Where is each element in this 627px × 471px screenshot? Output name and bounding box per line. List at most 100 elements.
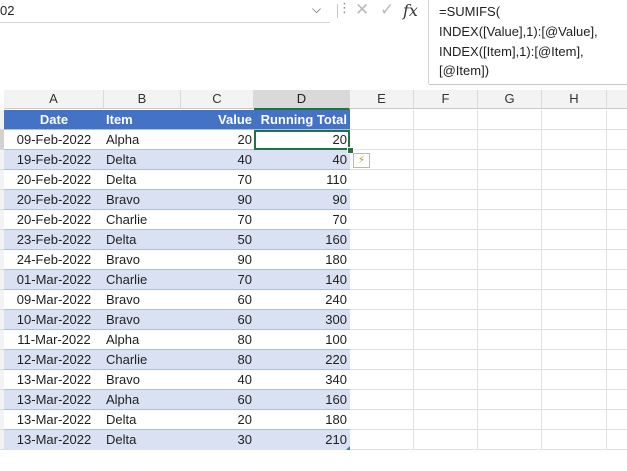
- name-box[interactable]: 02 ⌵: [0, 0, 330, 23]
- chevron-down-icon[interactable]: ⌵: [312, 2, 321, 17]
- cell-date[interactable]: 13-Mar-2022: [4, 370, 104, 390]
- cell-item[interactable]: Delta: [104, 410, 181, 430]
- cell-running-total[interactable]: 340: [254, 370, 350, 390]
- cell-item[interactable]: Delta: [104, 430, 181, 450]
- cell-date[interactable]: 20-Feb-2022: [4, 210, 104, 230]
- cell-date[interactable]: 01-Mar-2022: [4, 270, 104, 290]
- formula-input[interactable]: =SUMIFS( INDEX([Value],1):[@Value], INDE…: [429, 0, 627, 85]
- cell-item[interactable]: Alpha: [104, 390, 181, 410]
- cell-item[interactable]: Charlie: [104, 210, 181, 230]
- cell-value[interactable]: 70: [181, 170, 254, 190]
- cell-item[interactable]: Bravo: [104, 190, 181, 210]
- gridline: [350, 289, 627, 290]
- cell-item[interactable]: Bravo: [104, 250, 181, 270]
- cell-date[interactable]: 09-Feb-2022: [4, 130, 104, 150]
- cell-date[interactable]: 20-Feb-2022: [4, 170, 104, 190]
- cell-running-total[interactable]: 160: [254, 390, 350, 410]
- cell-running-total[interactable]: 300: [254, 310, 350, 330]
- active-cell-d2[interactable]: [254, 130, 350, 150]
- row-divider: [4, 269, 350, 270]
- cell-value[interactable]: 30: [181, 430, 254, 450]
- table-header-running-total[interactable]: Running Total: [254, 110, 350, 130]
- cell-value[interactable]: 40: [181, 150, 254, 170]
- cell-running-total[interactable]: 110: [254, 170, 350, 190]
- cell-running-total[interactable]: 100: [254, 330, 350, 350]
- cell-item[interactable]: Charlie: [104, 350, 181, 370]
- enter-icon[interactable]: ✓: [380, 0, 394, 20]
- formula-bar-grip-icon[interactable]: ⋮: [338, 0, 351, 16]
- cell-value[interactable]: 40: [181, 370, 254, 390]
- cell-value[interactable]: 80: [181, 350, 254, 370]
- cell-item[interactable]: Delta: [104, 170, 181, 190]
- cell-running-total[interactable]: 90: [254, 190, 350, 210]
- cell-date[interactable]: 13-Mar-2022: [4, 430, 104, 450]
- column-header-d[interactable]: D: [254, 90, 350, 110]
- cell-date[interactable]: 09-Mar-2022: [4, 290, 104, 310]
- cell-date[interactable]: 20-Feb-2022: [4, 190, 104, 210]
- column-header-e[interactable]: E: [350, 90, 414, 109]
- cell-date[interactable]: 12-Mar-2022: [4, 350, 104, 370]
- cell-running-total[interactable]: 180: [254, 410, 350, 430]
- gridline: [350, 269, 627, 270]
- cell-value[interactable]: 50: [181, 230, 254, 250]
- table-header-value[interactable]: Value: [181, 110, 254, 130]
- cell-running-total[interactable]: 40: [254, 150, 350, 170]
- cell-value[interactable]: 80: [181, 330, 254, 350]
- cell-date[interactable]: 24-Feb-2022: [4, 250, 104, 270]
- cell-date[interactable]: 13-Mar-2022: [4, 410, 104, 430]
- row-divider: [4, 329, 350, 330]
- cancel-icon[interactable]: ✕: [355, 0, 369, 20]
- cell-item[interactable]: Delta: [104, 230, 181, 250]
- autofill-options-icon[interactable]: ⚡: [353, 153, 370, 168]
- row-divider: [4, 249, 350, 250]
- cell-value[interactable]: 60: [181, 310, 254, 330]
- row-divider: [4, 169, 350, 170]
- table-header-item[interactable]: Item: [104, 110, 181, 130]
- gridline: [350, 369, 627, 370]
- gridline: [350, 129, 627, 130]
- cell-running-total[interactable]: 160: [254, 230, 350, 250]
- gridline: [350, 329, 627, 330]
- cell-item[interactable]: Alpha: [104, 330, 181, 350]
- cell-value[interactable]: 90: [181, 250, 254, 270]
- gridline: [350, 209, 627, 210]
- column-header-f[interactable]: F: [414, 90, 478, 109]
- cell-item[interactable]: Delta: [104, 150, 181, 170]
- cell-value[interactable]: 20: [181, 130, 254, 150]
- cell-running-total[interactable]: 180: [254, 250, 350, 270]
- cell-item[interactable]: Charlie: [104, 270, 181, 290]
- gridline: [350, 309, 627, 310]
- cell-value[interactable]: 90: [181, 190, 254, 210]
- cell-running-total[interactable]: 240: [254, 290, 350, 310]
- formula-line: [@Item]): [439, 63, 490, 78]
- cell-item[interactable]: Bravo: [104, 370, 181, 390]
- table-header-date[interactable]: Date: [4, 110, 104, 130]
- cell-value[interactable]: 60: [181, 290, 254, 310]
- cell-running-total[interactable]: 210: [254, 430, 350, 450]
- cell-date[interactable]: 23-Feb-2022: [4, 230, 104, 250]
- cell-date[interactable]: 13-Mar-2022: [4, 390, 104, 410]
- cell-value[interactable]: 70: [181, 270, 254, 290]
- gridline: [350, 409, 627, 410]
- table-resize-handle[interactable]: [346, 446, 350, 450]
- cell-running-total[interactable]: 220: [254, 350, 350, 370]
- cell-value[interactable]: 70: [181, 210, 254, 230]
- cell-date[interactable]: 11-Mar-2022: [4, 330, 104, 350]
- cell-running-total[interactable]: 70: [254, 210, 350, 230]
- cell-value[interactable]: 20: [181, 410, 254, 430]
- cell-date[interactable]: 19-Feb-2022: [4, 150, 104, 170]
- cell-value[interactable]: 60: [181, 390, 254, 410]
- cell-date[interactable]: 10-Mar-2022: [4, 310, 104, 330]
- cell-item[interactable]: Bravo: [104, 310, 181, 330]
- cell-item[interactable]: Alpha: [104, 130, 181, 150]
- cell-item[interactable]: Bravo: [104, 290, 181, 310]
- insert-function-icon[interactable]: fx: [403, 1, 418, 20]
- column-header-c[interactable]: C: [181, 90, 254, 109]
- cell-running-total[interactable]: 140: [254, 270, 350, 290]
- column-header-h[interactable]: H: [542, 90, 607, 109]
- gridline: [350, 229, 627, 230]
- gridline: [350, 249, 627, 250]
- column-header-b[interactable]: B: [104, 90, 181, 109]
- column-header-a[interactable]: A: [4, 90, 104, 109]
- column-header-g[interactable]: G: [478, 90, 542, 109]
